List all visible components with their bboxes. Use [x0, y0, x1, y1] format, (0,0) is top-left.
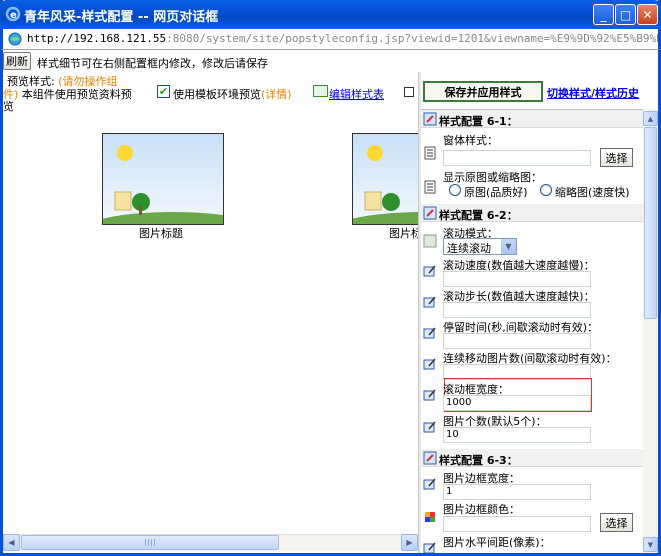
maximize-button[interactable]: □ [615, 4, 636, 25]
frame-width-input[interactable]: 1000 [443, 395, 591, 411]
choose-border-color-button[interactable]: 选择 [600, 513, 633, 532]
window-style-input[interactable] [443, 150, 591, 166]
notice-text: 样式细节可在右侧配置框内修改，修改后请保存 [37, 57, 268, 70]
edit-icon [423, 478, 436, 490]
scroll-left-button[interactable]: ◀ [3, 534, 20, 551]
scroll-mode-select[interactable]: 连续滚动 ▼ [443, 238, 517, 255]
config-panel: 样式配置 6-1： 窗体样式： 选择 显示原图或缩略图： 原图(品质好) 缩略图… [421, 109, 643, 553]
vertical-scroll-thumb[interactable] [644, 127, 657, 319]
minimize-button[interactable]: _ [593, 4, 614, 25]
section-header: 样式配置 6-1： [421, 110, 643, 128]
border-color-input[interactable] [443, 516, 591, 532]
ie-icon: e [5, 6, 21, 22]
preview-image[interactable] [352, 133, 418, 225]
scroll-grip-icon [145, 539, 155, 546]
landscape-image [103, 134, 223, 224]
border-width-input[interactable]: 1 [443, 484, 591, 500]
chevron-down-icon: ▼ [501, 239, 516, 254]
scroll-step-input[interactable] [443, 302, 591, 318]
title-bar[interactable]: e 青年风采-样式配置 -- 网页对话框 _ □ ✕ [0, 0, 661, 29]
scroll-speed-input[interactable] [443, 271, 591, 287]
edit-icon [423, 327, 436, 339]
save-apply-button[interactable]: 保存并应用样式 [423, 81, 543, 102]
thumbnail-radio[interactable] [540, 184, 552, 196]
minimize-icon: _ [600, 7, 607, 22]
color-palette-icon [425, 512, 435, 522]
scroll-down-button[interactable]: ▼ [643, 537, 658, 552]
edit-icon [423, 389, 436, 401]
window-title: 青年风采-样式配置 -- 网页对话框 [24, 10, 219, 25]
config-icon [423, 451, 437, 465]
template-preview-checkbox[interactable]: ✔ [157, 85, 170, 98]
refresh-button[interactable]: 刷新 [3, 52, 31, 70]
list-icon [424, 146, 436, 160]
template-preview-label: 使用模板环境预览(详情) [173, 88, 292, 101]
expand-checkbox[interactable] [404, 87, 414, 97]
close-icon: ✕ [642, 7, 653, 22]
dialog-content: 刷新 样式细节可在右侧配置框内修改，修改后请保存 预览样式: (请勿操作组 件)… [3, 50, 658, 553]
edit-stylesheet-icon [313, 85, 328, 97]
image-count-input[interactable]: 10 [443, 427, 591, 443]
list-icon [424, 180, 436, 194]
image-caption: 图片标题 [139, 227, 183, 240]
svg-text:e: e [10, 10, 17, 21]
landscape-image [353, 134, 418, 224]
show-image-label: 显示原图或缩略图： [443, 171, 542, 184]
image-caption: 图片标 [389, 227, 418, 240]
scroll-right-button[interactable]: ▶ [401, 534, 418, 551]
address-url: http://192.168.121.55:8080/system/site/p… [27, 32, 658, 45]
original-image-label: 原图(品质好) [464, 186, 528, 199]
edit-icon [423, 296, 436, 308]
preview-note-tail: 览 [3, 100, 14, 113]
edit-icon [423, 265, 436, 277]
config-icon [423, 206, 437, 220]
window-style-label: 窗体样式： [443, 134, 498, 147]
address-bar[interactable]: http://192.168.121.55:8080/system/site/p… [0, 29, 661, 50]
section-header: 样式配置 6-3： [421, 449, 643, 467]
section-header: 样式配置 6-2： [421, 204, 643, 222]
choose-window-style-button[interactable]: 选择 [600, 148, 633, 167]
h-spacing-label: 图片水平间距(像素)： [443, 536, 551, 549]
config-toolbar: 保存并应用样式 切换样式/样式历史 [421, 72, 658, 107]
edit-stylesheet-link[interactable]: 编辑样式表 [329, 86, 384, 102]
pause-time-input[interactable] [443, 333, 591, 349]
edit-icon [423, 542, 436, 553]
preview-note: 件) 本组件使用预览资料预 [3, 88, 132, 101]
page-icon [8, 32, 22, 46]
config-icon [423, 112, 437, 126]
preview-area: 预览样式: (请勿操作组 件) 本组件使用预览资料预 览 ✔ 使用模板环境预览(… [3, 72, 418, 553]
preview-image[interactable] [102, 133, 224, 225]
maximize-icon: □ [619, 7, 632, 22]
scroll-up-button[interactable]: ▲ [643, 111, 658, 126]
select-icon [423, 234, 437, 248]
template-detail-link[interactable]: (详情) [261, 88, 292, 101]
border-color-label: 图片边框颜色： [443, 503, 520, 516]
original-image-radio[interactable] [449, 184, 461, 196]
close-button[interactable]: ✕ [637, 4, 658, 25]
edit-icon [423, 421, 436, 433]
switch-style-link[interactable]: 切换样式/样式历史 [547, 85, 639, 101]
thumbnail-label: 缩略图(速度快) [555, 186, 630, 199]
edit-icon [423, 358, 436, 370]
